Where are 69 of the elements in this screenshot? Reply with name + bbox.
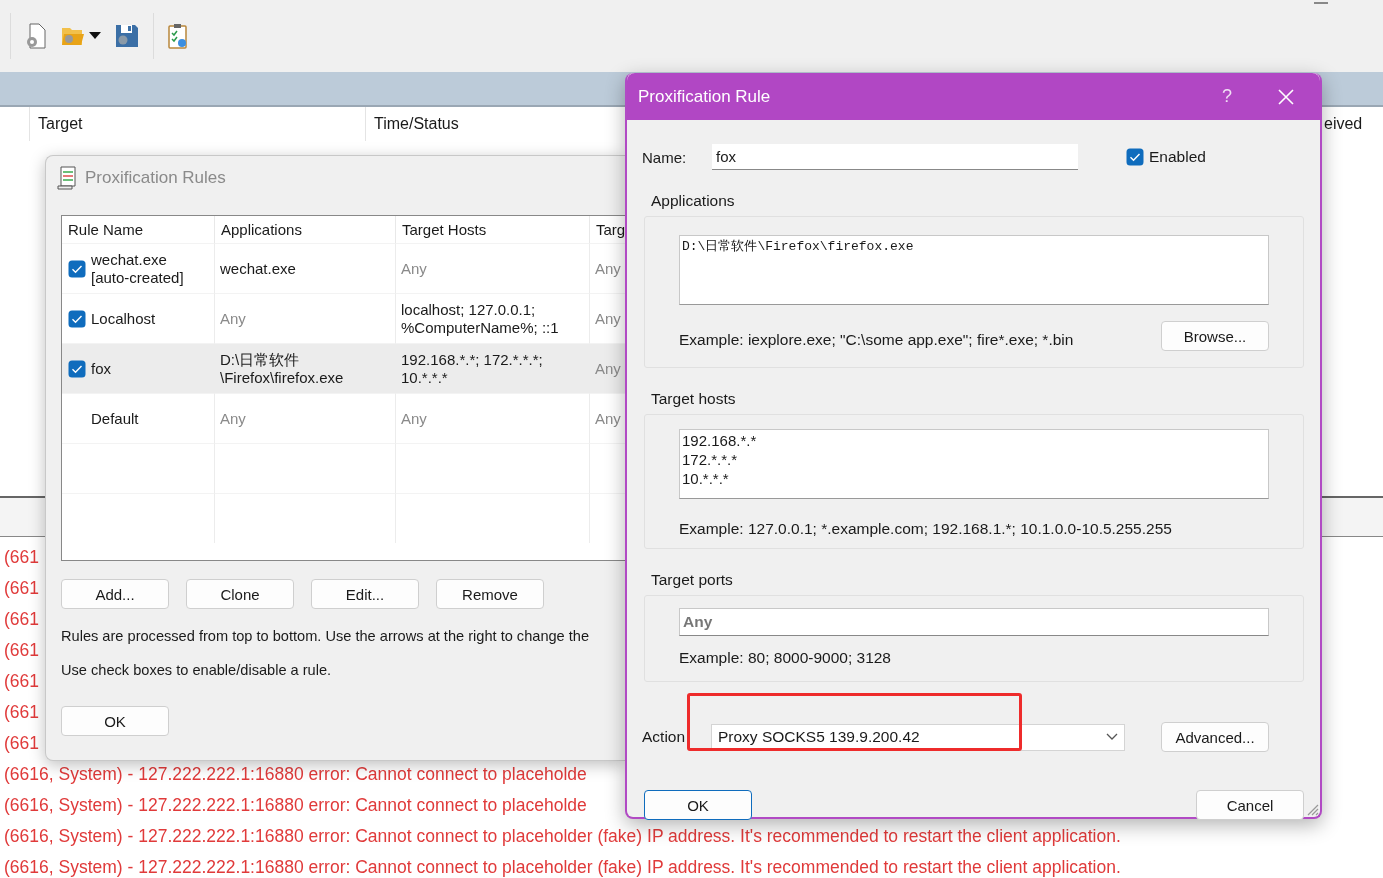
rule-name: Default [91, 409, 139, 428]
log-line: (6616, System) - 127.222.222.1:16880 error: Cannot connect to placeholder (fake) IP address. It's recommended to restart the client application. [3, 825, 1121, 848]
rule-name: fox [91, 359, 111, 378]
log-line: (6616, System) - 127.222.222.1:16880 error: Cannot connect to placeholder (fake) IP address. It's recommended to restart the client application. [3, 856, 1121, 878]
caret-icon[interactable] [89, 32, 101, 40]
column-header[interactable]: Applications [221, 221, 302, 238]
column-header[interactable]: eived [1324, 115, 1363, 133]
checkbox-label[interactable]: Enabled [1149, 148, 1206, 166]
dialog-button[interactable]: Edit... [311, 579, 419, 609]
hint-text: Rules are processed from top to bottom. Use the arrows at the right to change the [61, 628, 591, 644]
column-header[interactable]: Target Hosts [402, 221, 487, 238]
checkbox[interactable] [68, 309, 86, 328]
table-cell: wechat.exe [214, 243, 395, 293]
browse-button[interactable]: Browse... [1161, 321, 1269, 351]
column-header[interactable]: Target [38, 115, 83, 133]
checkbox[interactable] [68, 359, 86, 378]
table-cell: Any [395, 243, 589, 293]
resize-grip-icon[interactable] [1305, 802, 1319, 816]
log-line: (661 [3, 701, 40, 724]
hint-text: Use check boxes to enable/disable a rule. [61, 662, 333, 678]
checkbox[interactable] [1126, 148, 1144, 166]
log-line: (661 [3, 577, 40, 600]
log-line: (661 [3, 639, 40, 662]
log-line: (661 [3, 732, 40, 755]
chevron-down-icon[interactable] [1106, 733, 1118, 741]
applications-field[interactable]: D:\日常软件\Firefox\firefox.exe [679, 235, 1269, 305]
table-cell: Any [395, 393, 589, 443]
log-line: (661 [3, 608, 40, 631]
example-text: Example: iexplore.exe; "C:\some app.exe"; fire*.exe; *.bin [679, 330, 1074, 349]
target-ports-field[interactable]: Any [679, 608, 1269, 636]
table-row[interactable]: fox D:\日常软件\Firefox\firefox.exe 192.168.*.*; 172.*.*.*; 10.*.*.* Any [62, 343, 625, 393]
dialog-button[interactable]: Clone [186, 579, 294, 609]
dialog-title: Proxification Rules [85, 168, 226, 188]
column-header[interactable]: Targ [596, 221, 625, 238]
rule-name: Localhost [91, 309, 156, 328]
clipboard-icon[interactable] [168, 23, 188, 49]
dialog-button[interactable]: Remove [436, 579, 544, 609]
table-cell: 192.168.*.*; 172.*.*.*; 10.*.*.* [395, 343, 589, 393]
example-text: Example: 127.0.0.1; *.example.com; 192.168.1.*; 10.1.0.0-10.5.255.255 [679, 519, 1173, 539]
action-select[interactable]: Proxy SOCKS5 139.9.200.42 [711, 723, 1125, 751]
table-cell: Any [589, 343, 625, 393]
target-hosts-field[interactable]: 192.168.*.* 172.*.*.* 10.*.*.* [679, 429, 1269, 499]
dialog-title: Proxification Rule [638, 86, 772, 107]
log-line: (6616, System) - 127.222.222.1:16880 error: Cannot connect to placeholde [3, 763, 587, 786]
scroll-icon [57, 166, 77, 190]
dialog-button[interactable]: OK [644, 790, 752, 820]
rule-name: wechat.exe [auto-created] [91, 250, 185, 287]
table-cell: Any [214, 393, 395, 443]
dialog-button[interactable]: Cancel [1196, 790, 1304, 820]
help-button[interactable]: ? [1202, 76, 1252, 117]
group-label: Applications [651, 192, 736, 210]
log-line: (661 [3, 546, 40, 569]
field-label: Action [642, 728, 687, 746]
ok-button[interactable]: OK [61, 706, 169, 736]
close-icon[interactable] [1278, 88, 1294, 105]
log-line: (661 [3, 670, 40, 693]
name-field[interactable]: fox [712, 144, 1078, 170]
page-gear-icon[interactable] [25, 23, 47, 49]
log-line: (6616, System) - 127.222.222.1:16880 error: Cannot connect to placeholde [3, 794, 587, 817]
field-label: Name: [642, 148, 688, 166]
example-text: Example: 80; 8000-9000; 3128 [679, 648, 892, 668]
advanced-button[interactable]: Advanced... [1161, 722, 1269, 752]
group-label: Target ports [651, 571, 734, 589]
table-cell: D:\日常软件\Firefox\firefox.exe [214, 343, 395, 393]
column-header[interactable]: Rule Name [68, 221, 144, 238]
group-label: Target hosts [651, 390, 737, 408]
dialog-button[interactable]: Add... [61, 579, 169, 609]
column-header[interactable]: Time/Status [374, 115, 459, 133]
checkbox[interactable] [68, 259, 86, 278]
